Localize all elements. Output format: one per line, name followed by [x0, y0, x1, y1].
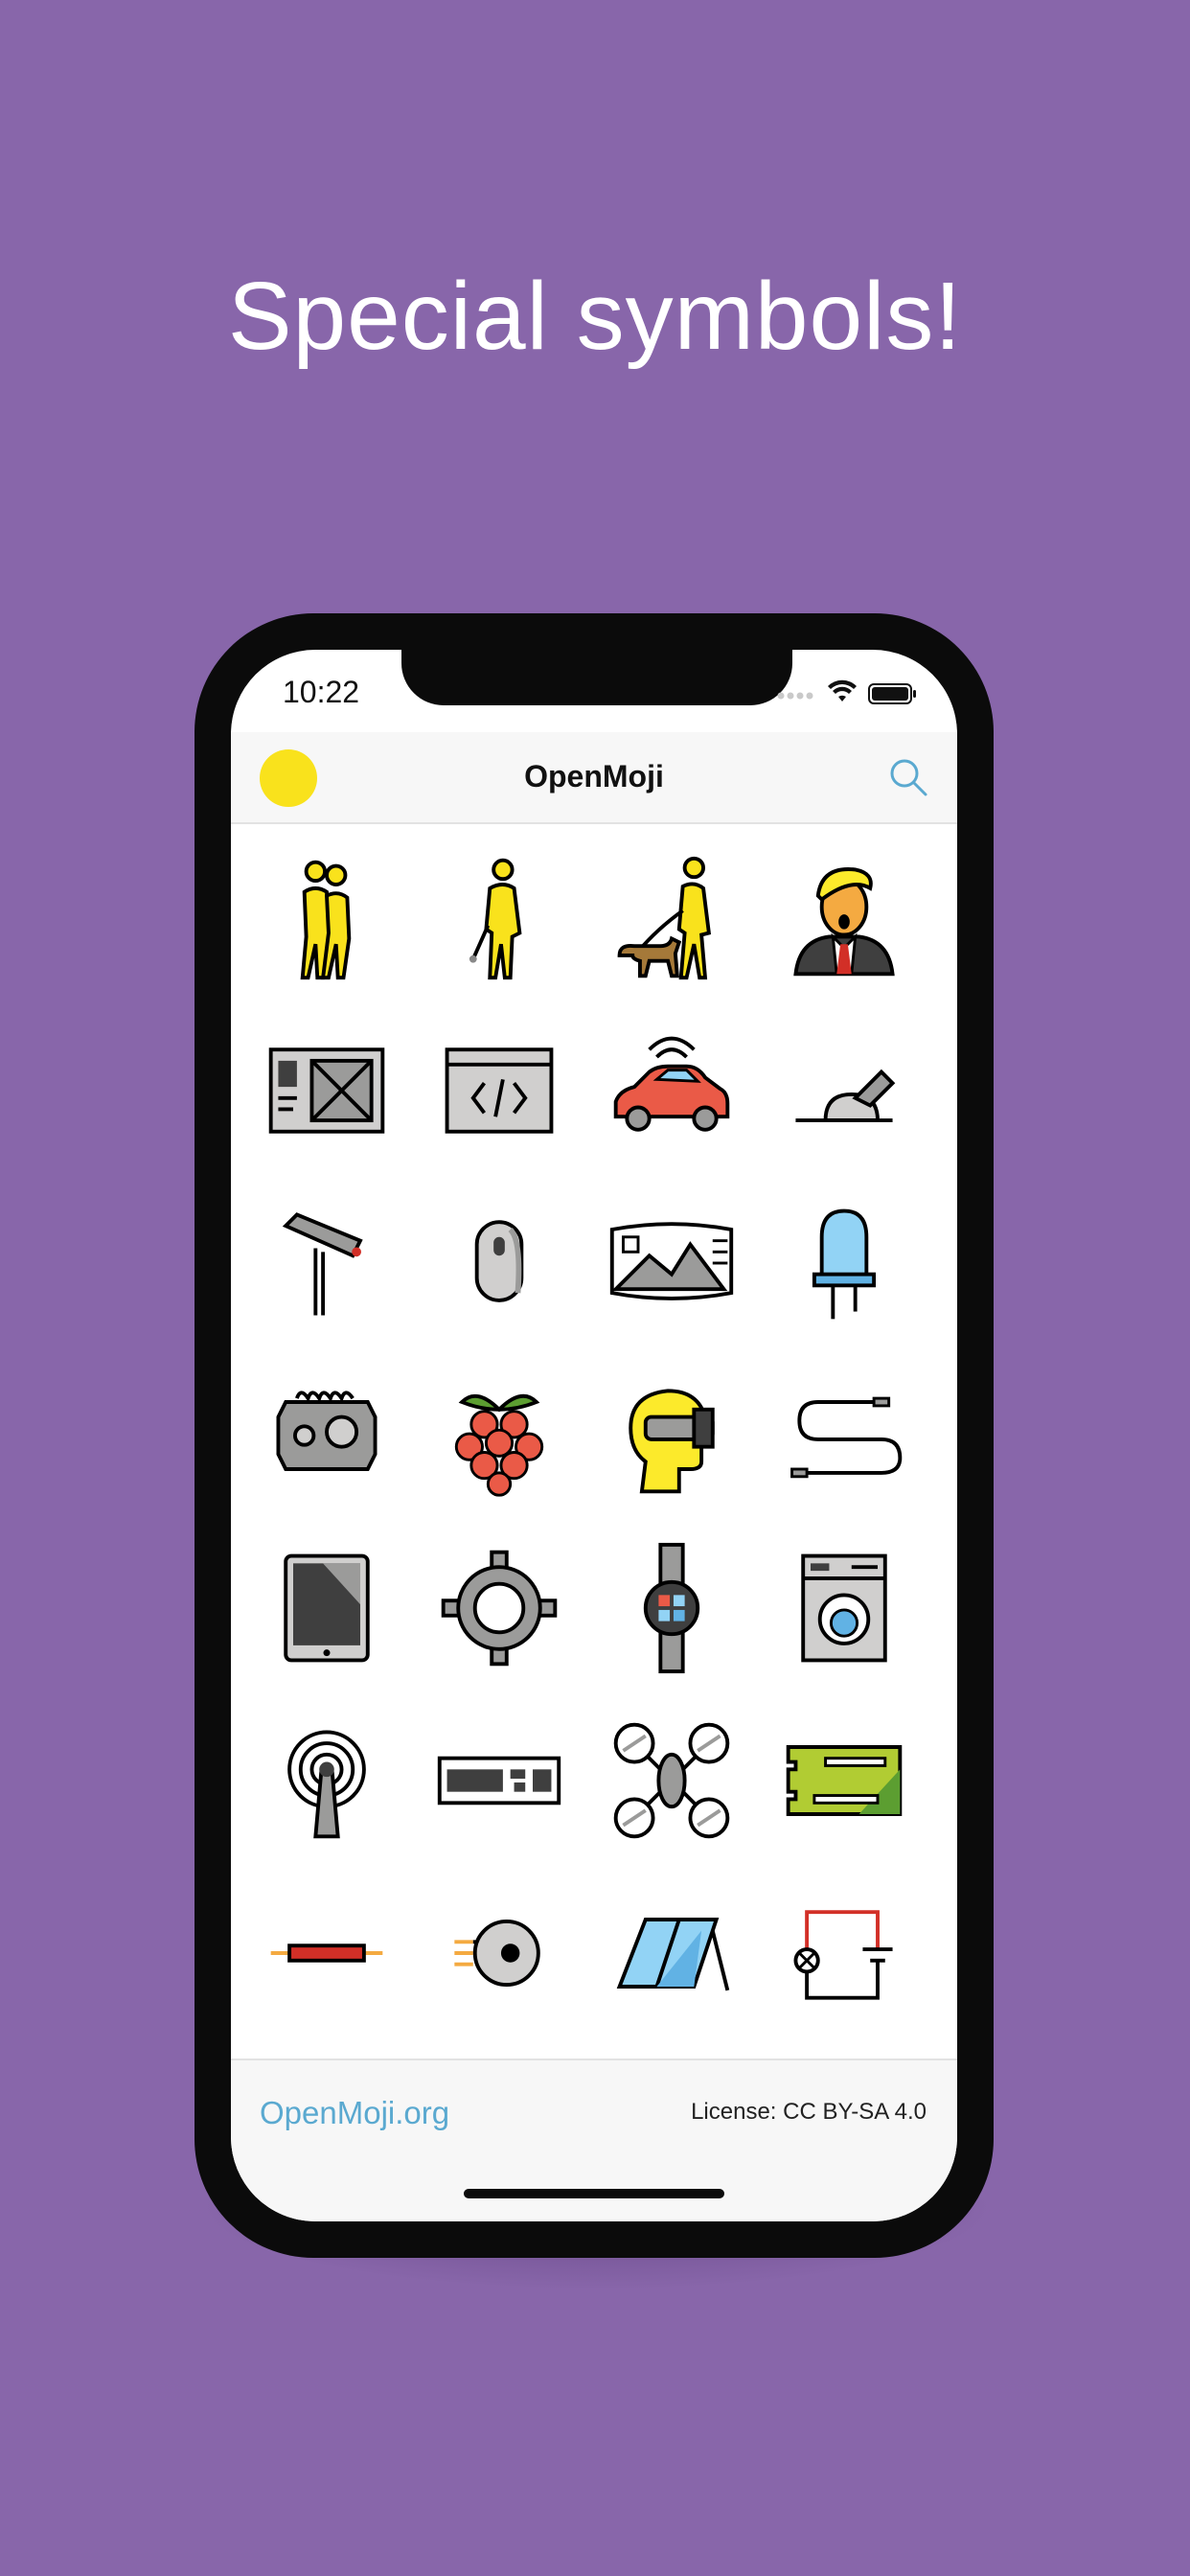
emoji-cell[interactable] [758, 1867, 930, 2039]
emoji-cell[interactable] [240, 1522, 413, 1694]
home-indicator[interactable] [464, 2189, 724, 2198]
emoji-cell[interactable] [413, 832, 585, 1004]
circuit-board-icon [786, 1745, 903, 1816]
resistor-icon [270, 1944, 383, 1963]
emoji-cell[interactable] [240, 1349, 413, 1522]
emoji-cell[interactable] [585, 1867, 758, 2039]
emoji-cell[interactable] [413, 1522, 585, 1694]
license-text[interactable]: License: CC BY-SA 4.0 [691, 2099, 927, 2126]
keyboard-icon [437, 1756, 561, 1806]
computer-mouse-icon [474, 1220, 524, 1302]
emoji-cell[interactable] [240, 1694, 413, 1867]
microchip-icon [276, 1391, 378, 1471]
broadcast-antenna-icon [287, 1730, 366, 1839]
led-diode-icon [812, 1208, 877, 1320]
emoji-cell[interactable] [758, 1694, 930, 1867]
emoji-cell[interactable] [585, 1349, 758, 1522]
emoji-cell[interactable] [413, 1004, 585, 1177]
emoji-cell[interactable] [240, 1004, 413, 1177]
navbar: OpenMoji [231, 732, 957, 824]
panorama-photo-icon [609, 1222, 734, 1300]
security-camera-icon [282, 1212, 363, 1316]
raspberry-icon [454, 1393, 544, 1497]
crosshair-ring-icon [441, 1550, 558, 1667]
solar-panel-icon [616, 1918, 730, 1991]
connected-car-icon [613, 1036, 730, 1132]
emoji-cell[interactable] [585, 1177, 758, 1349]
people-hugging-icon [300, 860, 352, 980]
emoji-cell[interactable] [758, 1004, 930, 1177]
man-in-suit-orange-face-icon [793, 867, 895, 977]
phone-frame: 10:22 OpenMoji OpenMoji.org License: CC … [195, 613, 994, 2258]
emoji-cell[interactable] [413, 1867, 585, 2039]
emoji-cell[interactable] [758, 1522, 930, 1694]
search-icon[interactable] [888, 757, 928, 797]
rotary-encoder-icon [454, 1920, 540, 1987]
phone-screen: 10:22 OpenMoji OpenMoji.org License: CC … [231, 650, 957, 2221]
nav-title: OpenMoji [524, 759, 664, 794]
emoji-cell[interactable] [240, 832, 413, 1004]
emoji-cell[interactable] [585, 1522, 758, 1694]
emoji-cell[interactable] [585, 1694, 758, 1867]
wireframe-layout-icon [268, 1047, 385, 1134]
electric-circuit-icon [793, 1910, 893, 2000]
status-icons [777, 679, 916, 704]
openmoji-link[interactable]: OpenMoji.org [260, 2095, 449, 2131]
emoji-cell[interactable] [413, 1694, 585, 1867]
cable-connector-icon [790, 1396, 903, 1479]
person-walking-guide-dog-icon [617, 856, 712, 980]
emoji-cell[interactable] [585, 832, 758, 1004]
wifi-icon [828, 679, 857, 702]
status-time: 10:22 [283, 675, 360, 709]
emoji-cell[interactable] [240, 1867, 413, 2039]
joystick-lever-icon [795, 1069, 896, 1123]
emoji-cell[interactable] [758, 1349, 930, 1522]
notch [401, 650, 792, 705]
emoji-cell[interactable] [413, 1177, 585, 1349]
tablet-icon [284, 1553, 370, 1663]
battery-icon [868, 683, 916, 704]
emoji-grid [240, 832, 948, 2039]
emoji-cell[interactable] [758, 1177, 930, 1349]
vr-headset-person-icon [629, 1389, 715, 1494]
emoji-cell[interactable] [413, 1349, 585, 1522]
code-window-icon [445, 1047, 554, 1134]
person-with-white-cane-icon [469, 858, 522, 980]
washing-machine-icon [801, 1553, 887, 1663]
headline: Special symbols! [227, 263, 963, 370]
emoji-cell[interactable] [758, 832, 930, 1004]
signal-icon [777, 692, 813, 700]
quadcopter-drone-icon [613, 1722, 730, 1839]
emoji-cell[interactable] [240, 1177, 413, 1349]
smartwatch-icon [643, 1542, 700, 1674]
emoji-cell[interactable] [585, 1004, 758, 1177]
